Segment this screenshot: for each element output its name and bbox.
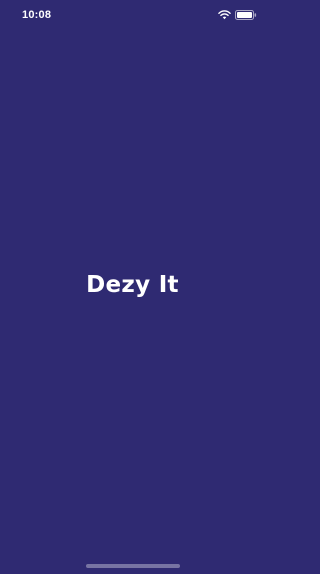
battery-icon [235,10,257,20]
status-bar: 10:08 [0,0,265,30]
status-time: 10:08 [22,9,52,21]
splash-screen: 10:08 Dezy It [0,0,265,574]
app-title: Dezy It [86,272,179,298]
wifi-icon [218,10,231,20]
home-indicator[interactable] [86,564,180,568]
